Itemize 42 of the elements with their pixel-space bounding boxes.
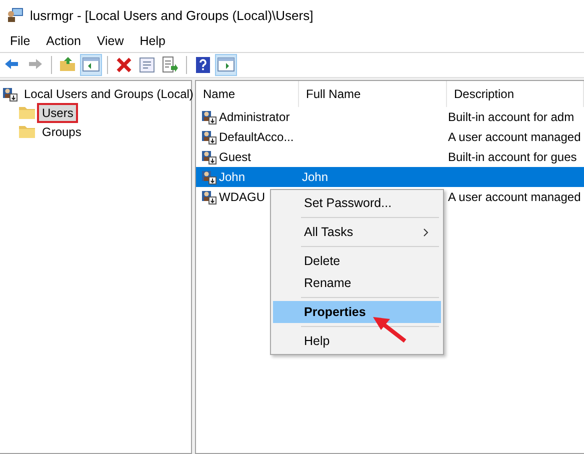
menu-item[interactable]: View bbox=[88, 34, 132, 48]
menu-item[interactable]: Properties bbox=[273, 301, 441, 323]
table-cell: A user account managed bbox=[448, 190, 581, 204]
panel-icon[interactable] bbox=[216, 55, 236, 75]
menu-item[interactable]: Delete bbox=[273, 250, 441, 272]
table-cell: WDAGU bbox=[219, 190, 265, 204]
tree-item[interactable]: Groups bbox=[39, 124, 84, 140]
table-cell: John bbox=[302, 170, 328, 184]
table-cell: John bbox=[219, 170, 246, 184]
selected-row[interactable]: John John bbox=[196, 167, 584, 187]
user-icon bbox=[201, 109, 217, 125]
menu-item[interactable]: Rename bbox=[273, 272, 441, 294]
properties-icon[interactable] bbox=[137, 55, 157, 75]
column-header[interactable]: Description bbox=[447, 81, 584, 107]
table-cell: DefaultAcco... bbox=[219, 130, 294, 144]
menu-item[interactable]: All Tasks bbox=[273, 221, 441, 243]
folder-icon bbox=[18, 124, 36, 139]
app-icon bbox=[6, 6, 24, 24]
table-cell: Guest bbox=[219, 150, 252, 164]
menu-item[interactable]: Action bbox=[38, 34, 89, 48]
user-icon bbox=[201, 149, 217, 165]
window-title: lusrmgr - [Local Users and Groups (Local)\Users] bbox=[30, 8, 314, 22]
table-cell: Built-in account for adm bbox=[448, 110, 574, 124]
menu-item[interactable]: Set Password... bbox=[273, 192, 441, 214]
tree-item[interactable]: Local Users and Groups (Local) bbox=[21, 86, 196, 102]
menu-item[interactable]: Help bbox=[132, 34, 174, 48]
user-icon bbox=[201, 189, 217, 205]
column-header[interactable]: Full Name bbox=[299, 81, 447, 107]
table-cell: Built-in account for gues bbox=[448, 150, 577, 164]
tree-item[interactable]: Users bbox=[39, 104, 76, 120]
table-cell: A user account managed bbox=[448, 130, 581, 144]
menu-item[interactable]: File bbox=[2, 34, 38, 48]
delete-x-icon[interactable] bbox=[114, 55, 134, 75]
panel-icon[interactable] bbox=[81, 55, 101, 75]
user-icon bbox=[201, 129, 217, 145]
folder-icon bbox=[18, 105, 36, 120]
table-cell: Administrator bbox=[219, 110, 290, 124]
user-icon bbox=[201, 169, 217, 185]
export-list-icon[interactable] bbox=[160, 55, 180, 75]
help-icon[interactable] bbox=[193, 55, 213, 75]
column-header[interactable]: Name bbox=[196, 81, 299, 107]
menu-item[interactable]: Help bbox=[273, 330, 441, 352]
